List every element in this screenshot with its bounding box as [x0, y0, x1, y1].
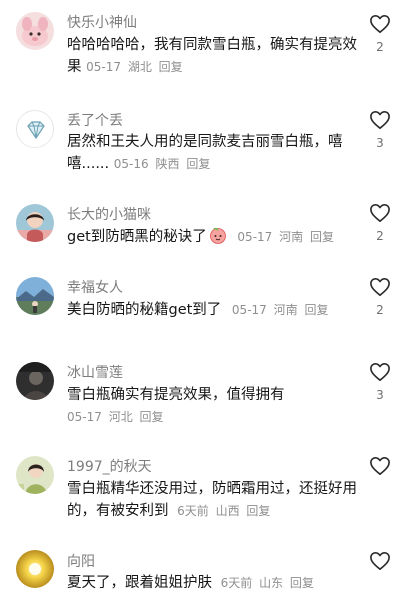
heart-icon — [370, 457, 390, 475]
username[interactable]: 幸福女人 — [67, 277, 123, 297]
landscape-avatar-icon[interactable] — [16, 277, 54, 315]
comment-text: 雪白瓶确实有提亮效果，值得拥有 — [67, 387, 285, 403]
like-button[interactable] — [367, 456, 393, 476]
sunflower-avatar-icon[interactable] — [16, 550, 54, 588]
comment-text-block: 雪白瓶确实有提亮效果，值得拥有 — [67, 384, 367, 406]
username[interactable]: 快乐小神仙 — [67, 12, 137, 32]
comment-date: 05-17 — [231, 303, 267, 317]
girl-portrait-avatar-icon[interactable] — [16, 204, 54, 242]
like-count: 2 — [376, 40, 384, 54]
comment-text: 夏天了，跟着姐姐护肤 — [67, 575, 212, 591]
like-button[interactable]: 3 — [367, 362, 393, 402]
heart-icon — [370, 363, 390, 381]
comment-meta: 05-17 河北 回复 — [67, 406, 167, 428]
username[interactable]: 1997_的秋天 — [67, 456, 152, 476]
like-button[interactable]: 2 — [367, 14, 393, 54]
comment-location: 陕西 — [155, 157, 180, 171]
comment-meta: 05-17 湖北 回复 — [86, 60, 186, 74]
comment-meta: 05-17 河南 回复 — [232, 303, 332, 317]
heart-icon — [370, 111, 390, 129]
reply-button[interactable]: 回复 — [140, 410, 164, 424]
heart-icon — [370, 278, 390, 296]
username[interactable]: 丢了个丢 — [67, 110, 123, 130]
dark-portrait-avatar-icon[interactable] — [16, 362, 54, 400]
username[interactable]: 长大的小猫咪 — [67, 204, 151, 224]
comment-meta: 6天前 山西 回复 — [177, 504, 273, 518]
comment-text-block: 夏天了，跟着姐姐护肤 6天前 山东 回复 — [67, 572, 367, 594]
comment-text: get到防晒黑的秘诀了 — [67, 229, 207, 245]
comment-date: 05-17 — [237, 230, 273, 244]
like-count: 2 — [376, 229, 384, 243]
reply-button[interactable]: 回复 — [290, 576, 314, 590]
comment-list: 快乐小神仙 哈哈哈哈哈，我有同款雪白瓶，确实有提亮效果 05-17 湖北 回复 … — [0, 0, 411, 600]
username[interactable]: 向阳 — [67, 551, 95, 571]
comment-location: 山西 — [215, 504, 240, 518]
comment-meta: 6天前 山东 回复 — [221, 576, 317, 590]
comment-location: 山东 — [259, 576, 284, 590]
comment-date: 05-17 — [86, 60, 121, 74]
diamond-avatar-icon[interactable] — [16, 110, 54, 148]
comment-date: 05-17 — [67, 410, 102, 424]
comment-text: 美白防晒的秘籍get到了 — [67, 302, 222, 318]
username[interactable]: 冰山雪莲 — [67, 362, 123, 382]
heart-icon — [370, 552, 390, 570]
comment-text-block: get到防晒黑的秘诀了 05-17 河南 回复 — [67, 226, 367, 248]
comment-text-block: 哈哈哈哈哈，我有同款雪白瓶，确实有提亮效果 05-17 湖北 回复 — [67, 34, 367, 78]
comment-location: 河北 — [108, 410, 133, 424]
like-count: 3 — [376, 388, 384, 402]
comment-meta: 05-16 陕西 回复 — [114, 157, 214, 171]
heart-icon — [370, 204, 390, 222]
comment-meta: 05-17 河南 回复 — [237, 230, 337, 244]
comment-date: 6天前 — [220, 576, 253, 590]
reply-button[interactable]: 回复 — [186, 157, 210, 171]
comment-text-block: 居然和王夫人用的是同款麦吉丽雪白瓶，嘻嘻...... 05-16 陕西 回复 — [67, 131, 367, 175]
heart-icon — [370, 15, 390, 33]
comment-location: 河南 — [273, 303, 298, 317]
comment-date: 05-16 — [113, 157, 149, 171]
comment-text-block: 美白防晒的秘籍get到了 05-17 河南 回复 — [67, 299, 367, 321]
pink-animal-avatar-icon[interactable] — [16, 12, 54, 50]
girl-green-avatar-icon[interactable] — [16, 456, 54, 494]
reply-button[interactable]: 回复 — [246, 504, 270, 518]
reply-button[interactable]: 回复 — [310, 230, 334, 244]
reply-button[interactable]: 回复 — [304, 303, 328, 317]
like-button[interactable]: 2 — [367, 277, 393, 317]
like-button[interactable]: 2 — [367, 203, 393, 243]
peach-face-emoji-icon — [209, 226, 227, 244]
comment-date: 6天前 — [177, 504, 209, 518]
like-button[interactable]: 3 — [367, 110, 393, 150]
like-count: 2 — [376, 303, 384, 317]
reply-button[interactable]: 回复 — [159, 60, 183, 74]
comment-text-block: 雪白瓶精华还没用过，防晒霜用过，还挺好用的，有被安利到 6天前 山西 回复 — [67, 478, 367, 522]
comment-location: 河南 — [279, 230, 304, 244]
like-count: 3 — [376, 136, 384, 150]
comment-location: 湖北 — [127, 60, 152, 74]
like-button[interactable] — [367, 551, 393, 571]
